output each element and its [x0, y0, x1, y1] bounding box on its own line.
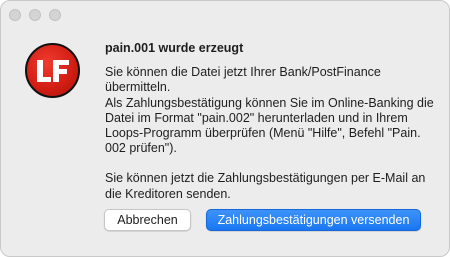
message-paragraph-3: Sie können jetzt die Zahlungsbestätigung… [105, 171, 426, 201]
app-logo-icon [25, 43, 80, 98]
dialog-content: pain.001 wurde erzeugt Sie können die Da… [105, 41, 435, 202]
zoom-window-icon[interactable] [49, 9, 61, 21]
dialog-title: pain.001 wurde erzeugt [105, 41, 244, 55]
message-paragraph-1: Sie können die Datei jetzt Ihrer Bank/Po… [105, 65, 381, 95]
title-bar [1, 1, 449, 29]
dialog-window: pain.001 wurde erzeugt Sie können die Da… [0, 0, 450, 257]
cancel-button[interactable]: Abbrechen [104, 209, 191, 231]
send-confirmations-button[interactable]: Zahlungsbestätigungen versenden [206, 209, 421, 231]
message-paragraph-2: Als Zahlungsbestätigung können Sie im On… [105, 95, 434, 156]
minimize-window-icon[interactable] [29, 9, 41, 21]
close-window-icon[interactable] [9, 9, 21, 21]
